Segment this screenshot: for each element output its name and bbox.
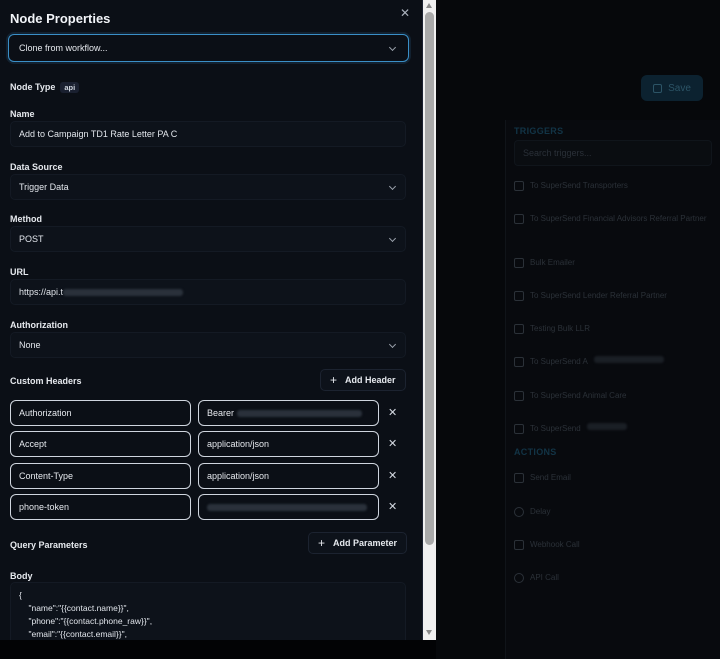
action-item[interactable]: Send Email (514, 472, 712, 483)
redacted-text (207, 504, 367, 512)
plus-icon: + (318, 536, 326, 550)
trigger-icon (514, 258, 524, 268)
method-label: Method (10, 214, 42, 224)
trigger-icon (514, 357, 524, 367)
chevron-down-icon (388, 340, 397, 349)
trigger-item[interactable]: To SuperSend Transporters (514, 180, 712, 191)
redacted-text (586, 423, 627, 430)
custom-headers-label: Custom Headers (10, 376, 82, 386)
url-input[interactable]: https://api.t (10, 279, 406, 305)
header-key-input[interactable]: Content-Type (10, 463, 191, 489)
body-label: Body (10, 571, 33, 581)
scroll-up-arrow-icon[interactable] (426, 3, 432, 8)
trigger-icon (514, 181, 524, 191)
scrollbar-thumb[interactable] (425, 12, 434, 545)
save-icon (653, 83, 663, 93)
trigger-item[interactable]: Bulk Emailer (514, 257, 712, 268)
remove-header-icon[interactable]: ✕ (388, 437, 397, 450)
trigger-icon (514, 214, 524, 224)
trigger-item[interactable]: To SuperSend Animal Care (514, 390, 712, 401)
app-root: Save TRIGGERS Search triggers... To Supe… (0, 0, 720, 659)
data-source-select[interactable]: Trigger Data (10, 174, 406, 200)
action-item[interactable]: Webhook Call (514, 539, 712, 550)
header-key-input[interactable]: Accept (10, 431, 191, 457)
authorization-select[interactable]: None (10, 332, 406, 358)
url-label: URL (10, 267, 29, 277)
trigger-icon (514, 324, 524, 334)
plus-icon: + (330, 373, 338, 387)
trigger-item[interactable]: Testing Bulk LLR (514, 323, 712, 334)
trigger-search-input[interactable]: Search triggers... (514, 140, 712, 166)
trigger-item[interactable]: To SuperSend Lender Referral Partner (514, 290, 712, 301)
node-type-label: Node Type api (10, 82, 80, 94)
trigger-icon (514, 291, 524, 301)
remove-header-icon[interactable]: ✕ (388, 469, 397, 482)
node-type-badge: api (60, 82, 80, 94)
mail-icon (514, 473, 524, 483)
node-properties-panel: Node Properties ✕ Clone from workflow...… (0, 0, 423, 640)
clock-icon (514, 507, 524, 517)
save-button[interactable]: Save (641, 75, 703, 101)
action-item[interactable]: Delay (514, 506, 712, 517)
clone-from-workflow-select[interactable]: Clone from workflow... (8, 34, 409, 62)
header-value-input[interactable] (198, 494, 379, 520)
name-label: Name (10, 109, 35, 119)
header-key-input[interactable]: Authorization (10, 400, 191, 426)
actions-heading: ACTIONS (514, 447, 557, 457)
query-parameters-label: Query Parameters (10, 540, 88, 550)
add-parameter-button[interactable]: + Add Parameter (308, 532, 408, 554)
triggers-heading: TRIGGERS (514, 126, 564, 136)
trigger-item[interactable]: To SuperSend (514, 423, 712, 434)
header-value-input[interactable]: application/json (198, 463, 379, 489)
header-value-input[interactable]: Bearer (198, 400, 379, 426)
remove-header-icon[interactable]: ✕ (388, 406, 397, 419)
redacted-text (63, 289, 184, 297)
body-textarea[interactable]: { "name":"{{contact.name}}", "phone":"{{… (10, 582, 406, 640)
data-source-label: Data Source (10, 162, 63, 172)
panel-title: Node Properties (10, 11, 111, 26)
trigger-item[interactable]: To SuperSend A (514, 356, 712, 367)
globe-icon (514, 573, 524, 583)
redacted-text (236, 410, 362, 418)
redacted-text (593, 356, 664, 363)
trigger-icon (514, 424, 524, 434)
clone-select-value: Clone from workflow... (19, 43, 108, 53)
method-select[interactable]: POST (10, 226, 406, 252)
name-input[interactable]: Add to Campaign TD1 Rate Letter PA C (10, 121, 406, 147)
action-item[interactable]: API Call (514, 572, 712, 583)
remove-header-icon[interactable]: ✕ (388, 500, 397, 513)
chevron-down-icon (388, 182, 397, 191)
header-key-input[interactable]: phone-token (10, 494, 191, 520)
authorization-label: Authorization (10, 320, 68, 330)
close-icon[interactable]: ✕ (400, 6, 410, 20)
chevron-down-icon (388, 234, 397, 243)
save-button-label: Save (668, 82, 691, 94)
trigger-icon (514, 391, 524, 401)
scroll-down-arrow-icon[interactable] (426, 630, 432, 635)
panel-bottom-edge (0, 640, 436, 659)
trigger-item[interactable]: To SuperSend Financial Advisors Referral… (514, 213, 712, 224)
header-value-input[interactable]: application/json (198, 431, 379, 457)
add-header-button[interactable]: + Add Header (320, 369, 406, 391)
webhook-icon (514, 540, 524, 550)
chevron-down-icon (388, 43, 397, 52)
